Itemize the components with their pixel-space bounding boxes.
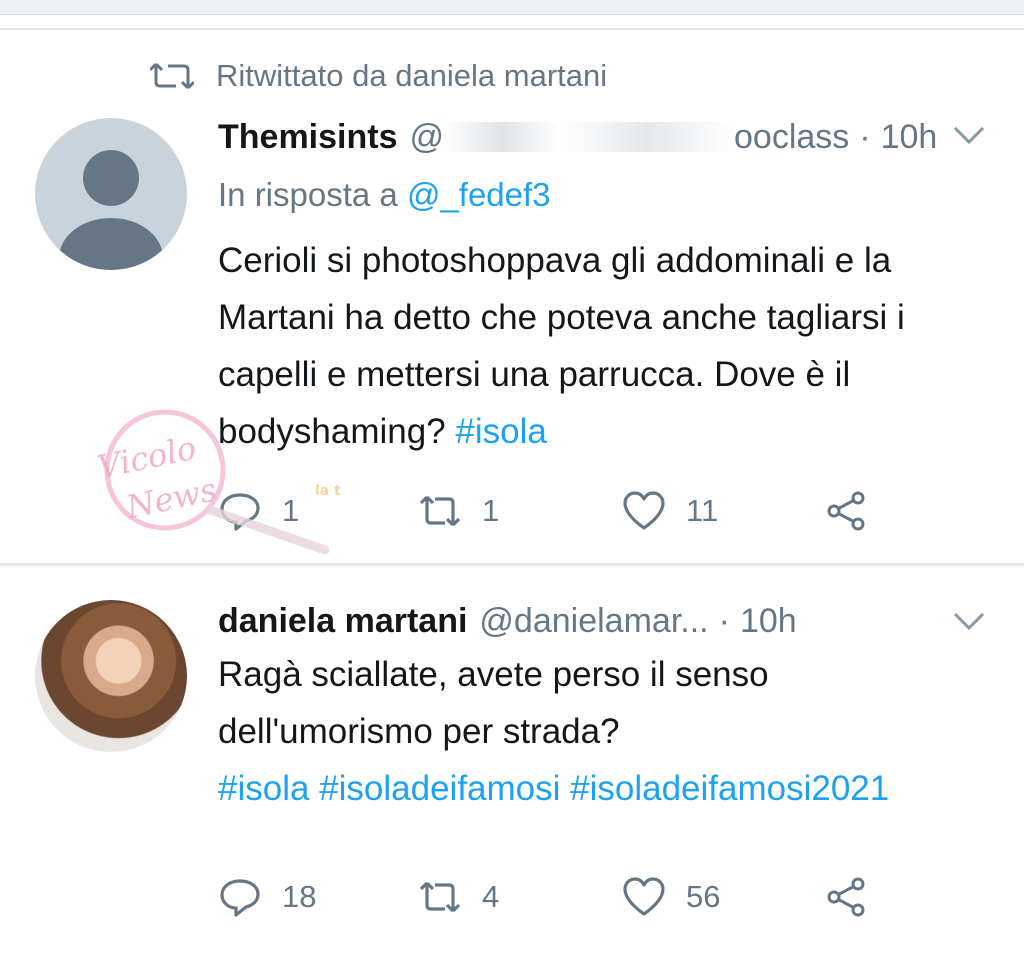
user-name[interactable]: daniela martani	[218, 602, 467, 641]
heart-icon	[623, 877, 665, 916]
share-button[interactable]	[824, 489, 888, 533]
hashtag-links[interactable]: #isola #isoladeifamosi #isoladeifamosi20…	[218, 769, 889, 808]
like-button[interactable]: 56	[622, 875, 720, 919]
separator-dot: ·	[718, 601, 730, 640]
reply-icon	[220, 493, 260, 531]
status-bar	[0, 0, 1024, 15]
tweet-text: Cerioli si photoshoppava gli addominali …	[218, 232, 1008, 460]
tweet-time[interactable]: 10h	[881, 118, 938, 157]
share-icon	[827, 877, 865, 917]
tweet-actions: 18 4 56	[218, 870, 898, 924]
reply-count: 18	[282, 879, 317, 914]
retweet-button[interactable]: 1	[418, 489, 499, 533]
retweet-icon	[419, 881, 461, 913]
avatar[interactable]	[35, 600, 187, 752]
user-handle-suffix: ooclass	[734, 117, 850, 156]
retweet-count: 1	[482, 493, 500, 528]
share-button[interactable]	[824, 875, 888, 919]
retweet-button[interactable]: 4	[418, 875, 499, 919]
like-count: 56	[686, 879, 721, 914]
retweet-banner[interactable]: Ritwittato da daniela martani	[150, 52, 607, 100]
hashtag-link[interactable]: #isola	[455, 412, 546, 451]
avatar[interactable]	[35, 118, 187, 270]
tweet-text: Ragà sciallate, avete perso il senso del…	[218, 646, 988, 817]
reply-icon	[220, 879, 260, 917]
tweet[interactable]: Themisints @ ooclass · 10h In risposta a…	[0, 100, 1024, 563]
reply-prefix: In risposta a	[218, 176, 398, 213]
tweet-header: daniela martani @danielamar... · 10h	[218, 596, 797, 646]
user-name[interactable]: Themisints	[218, 118, 397, 157]
tweet-time[interactable]: 10h	[740, 602, 797, 641]
like-button[interactable]: 11	[622, 489, 718, 533]
user-handle[interactable]: @	[409, 118, 444, 157]
tweet[interactable]: daniela martani @danielamar... · 10h Rag…	[0, 570, 1024, 961]
share-icon	[827, 491, 865, 531]
default-avatar-icon	[59, 150, 163, 270]
like-count: 11	[686, 493, 719, 528]
chevron-down-icon[interactable]	[952, 124, 986, 146]
chevron-down-icon[interactable]	[952, 610, 986, 632]
reply-button[interactable]: 18	[218, 875, 316, 919]
separator-dot: ·	[859, 117, 871, 156]
tweet-body: Cerioli si photoshoppava gli addominali …	[218, 241, 905, 451]
reply-count: 1	[282, 493, 300, 528]
tweet-actions: 1 1 11	[218, 484, 898, 538]
feed-top-border	[0, 28, 1024, 30]
heart-icon	[623, 491, 665, 530]
retweet-icon	[150, 62, 194, 90]
reply-mention-link[interactable]: @_fedef3	[407, 176, 551, 213]
redaction-blur	[444, 122, 734, 152]
reply-context: In risposta a @_fedef3	[218, 176, 551, 214]
tweet-body: Ragà sciallate, avete perso il senso del…	[218, 655, 769, 751]
retweet-banner-label: Ritwittato da daniela martani	[216, 58, 608, 93]
user-handle[interactable]: @danielamar...	[479, 602, 708, 641]
tweet-header: Themisints @ ooclass · 10h	[218, 112, 937, 162]
retweet-icon	[419, 495, 461, 527]
tweet-divider	[0, 563, 1024, 566]
reply-button[interactable]: 1	[218, 489, 299, 533]
retweet-count: 4	[482, 879, 500, 914]
